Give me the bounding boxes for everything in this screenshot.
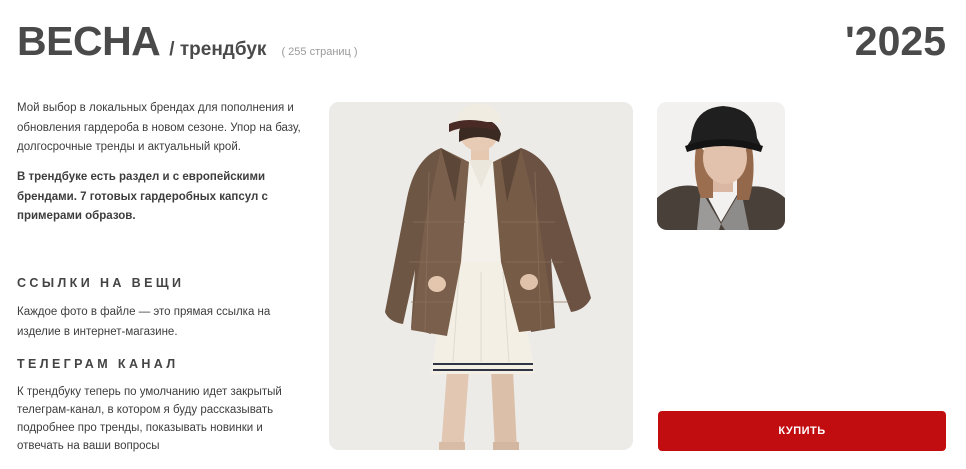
year-label: '2025 (845, 18, 946, 64)
telegram-heading: ТЕЛЕГРАМ КАНАЛ (17, 357, 179, 371)
links-heading: ССЫЛКИ НА ВЕЩИ (17, 276, 185, 290)
page-count: ( 255 страниц ) (281, 46, 358, 58)
intro-bold-text: В трендбуке есть раздел и с европейскими… (17, 171, 268, 222)
main-fashion-photo (329, 102, 633, 450)
links-text: Каждое фото в файле — это прямая ссылка … (17, 306, 271, 338)
header-title: ВЕСНА / трендбук ( 255 страниц ) (17, 18, 358, 64)
page-title: ВЕСНА (17, 18, 161, 64)
side-fashion-photo (657, 102, 785, 230)
buy-button[interactable]: КУПИТЬ (658, 411, 946, 451)
telegram-text: К трендбуку теперь по умолчанию идет зак… (17, 386, 282, 452)
page-subtitle: / трендбук (169, 39, 267, 60)
intro-text: Мой выбор в локальных брендах для пополн… (17, 102, 301, 153)
